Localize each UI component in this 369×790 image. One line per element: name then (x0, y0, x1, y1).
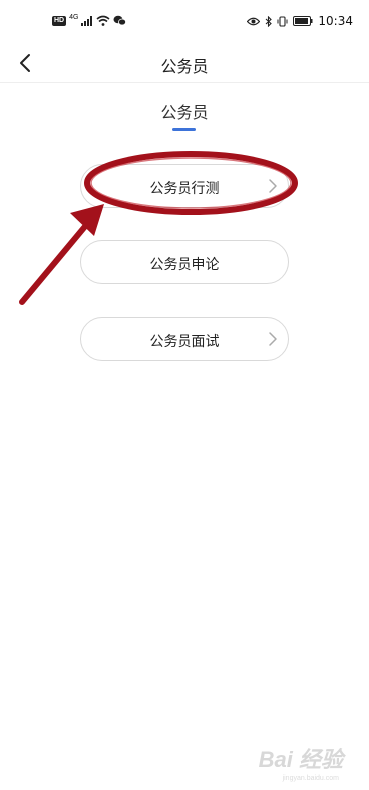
eye-icon (247, 17, 261, 25)
option-shenlun-button[interactable]: 公务员申论 (80, 240, 289, 284)
watermark: Bai 经验 (258, 747, 343, 772)
status-time: 10:34 (318, 14, 353, 28)
tab-indicator (172, 128, 196, 131)
wifi-icon (96, 15, 110, 26)
network-type: 4G (69, 14, 79, 21)
status-bar: HD 4G 10:34 (0, 0, 369, 44)
watermark-url: jingyan.baidu.com (282, 775, 339, 782)
status-left: HD 4G (52, 14, 127, 27)
page-title: 公务员 (160, 59, 209, 76)
option-mianshi-button[interactable]: 公务员面试 (80, 317, 289, 361)
tab-civil-servant[interactable]: 公务员 (0, 99, 369, 123)
option-label: 公务员行测 (149, 180, 220, 196)
status-right: 10:34 (247, 14, 353, 28)
nav-bar: 公务员 (0, 44, 369, 83)
wechat-icon (113, 15, 127, 26)
annotation-arrow-head (70, 204, 104, 236)
option-label: 公务员面试 (149, 333, 220, 349)
option-label: 公务员申论 (149, 256, 220, 272)
vibrate-icon (277, 15, 288, 27)
bluetooth-icon (266, 15, 273, 27)
option-xingce-button[interactable]: 公务员行测 (80, 164, 289, 208)
chevron-right-icon (269, 179, 277, 193)
signal-icon (81, 15, 93, 26)
chevron-right-icon (269, 332, 277, 346)
hd-badge: HD (52, 15, 67, 26)
battery-icon (293, 16, 313, 26)
